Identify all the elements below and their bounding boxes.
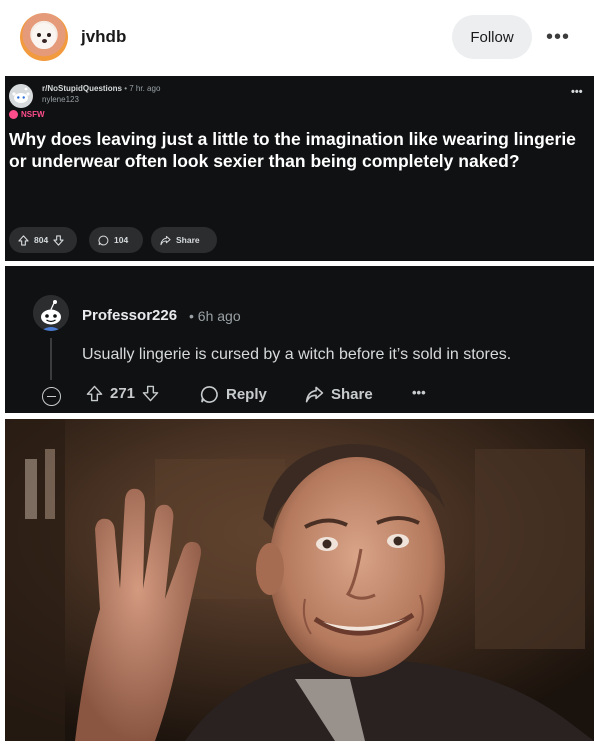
comment-icon bbox=[200, 386, 218, 403]
collapse-icon bbox=[47, 395, 56, 398]
subreddit-name[interactable]: r/NoStupidQuestions bbox=[42, 84, 122, 93]
share-icon bbox=[160, 235, 171, 245]
avatar-dog-face bbox=[32, 23, 56, 49]
post-author[interactable]: nylene123 bbox=[42, 95, 79, 104]
comments-button[interactable]: 104 bbox=[89, 227, 143, 253]
avatar[interactable] bbox=[20, 13, 68, 61]
upvote-icon[interactable] bbox=[18, 234, 29, 246]
collapse-button[interactable] bbox=[42, 387, 61, 406]
avatar-nose bbox=[42, 39, 47, 43]
commenter-avatar[interactable] bbox=[33, 295, 69, 331]
vote-count: 804 bbox=[34, 235, 49, 245]
nsfw-label: NSFW bbox=[21, 110, 45, 119]
reply-label: Reply bbox=[226, 386, 267, 403]
nsfw-icon bbox=[9, 110, 18, 119]
subreddit-line: r/NoStupidQuestions • 7 hr. ago bbox=[42, 84, 160, 93]
post-title[interactable]: Why does leaving just a little to the im… bbox=[9, 128, 589, 172]
comment-vote-count: 271 bbox=[110, 385, 136, 402]
share-icon bbox=[305, 386, 324, 403]
comment-share-label: Share bbox=[331, 386, 373, 403]
comment-icon bbox=[98, 235, 109, 245]
comment-card: Professor226 • 6h ago Usually lingerie i… bbox=[5, 266, 594, 413]
username[interactable]: jvhdb bbox=[81, 27, 126, 47]
comment-share-button[interactable]: Share bbox=[305, 385, 373, 404]
follow-button[interactable]: Follow bbox=[452, 15, 532, 59]
vote-pill: 804 bbox=[9, 227, 77, 253]
comment-time: • 6h ago bbox=[189, 308, 241, 324]
post-header: jvhdb Follow ••• bbox=[0, 0, 595, 76]
post-time: • 7 hr. ago bbox=[124, 84, 161, 93]
post-more-button[interactable]: ••• bbox=[571, 86, 583, 98]
comment-body: Usually lingerie is cursed by a witch be… bbox=[82, 346, 512, 363]
reply-button[interactable]: Reply bbox=[200, 385, 267, 404]
avatar-eye-right bbox=[47, 33, 51, 37]
comment-count: 104 bbox=[114, 235, 129, 245]
more-options-button[interactable]: ••• bbox=[540, 25, 576, 49]
reddit-snoo-icon bbox=[33, 295, 69, 331]
downvote-icon[interactable] bbox=[53, 234, 64, 246]
share-label: Share bbox=[176, 235, 200, 245]
upvote-icon[interactable] bbox=[86, 385, 103, 402]
reddit-snoo-icon bbox=[9, 84, 33, 108]
thread-line bbox=[50, 338, 52, 380]
comment-vote-group: 271 bbox=[86, 385, 159, 402]
share-button[interactable]: Share bbox=[151, 227, 217, 253]
commenter-name[interactable]: Professor226 bbox=[82, 307, 177, 324]
nsfw-badge: NSFW bbox=[9, 110, 45, 119]
comment-more-button[interactable]: ••• bbox=[412, 385, 426, 400]
meme-image bbox=[5, 419, 594, 741]
meme-illustration bbox=[5, 419, 594, 741]
avatar-eye-left bbox=[37, 33, 41, 37]
downvote-icon[interactable] bbox=[142, 385, 159, 402]
reddit-post-card: r/NoStupidQuestions • 7 hr. ago nylene12… bbox=[5, 76, 594, 261]
